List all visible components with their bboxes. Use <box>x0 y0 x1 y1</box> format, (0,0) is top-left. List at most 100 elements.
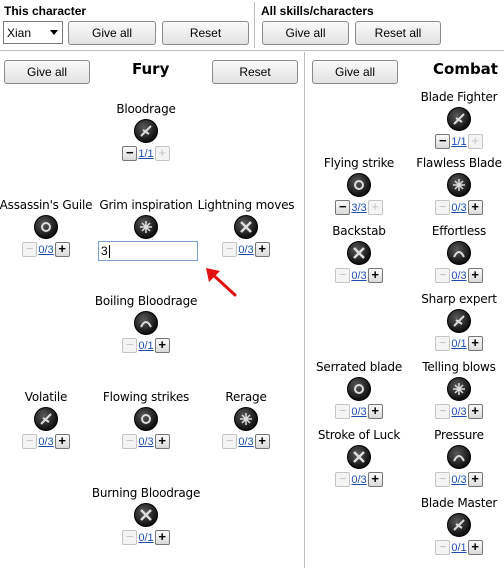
grim-inspiration-icon[interactable] <box>134 215 158 239</box>
plus-button[interactable]: + <box>154 338 170 353</box>
minus-button[interactable]: − <box>222 242 238 257</box>
chevron-down-icon <box>50 30 58 35</box>
minus-button[interactable]: − <box>435 336 451 351</box>
skill-points-value[interactable]: 1/1 <box>451 136 466 148</box>
minus-button[interactable]: − <box>122 530 138 545</box>
plus-button[interactable]: + <box>154 530 170 545</box>
plus-button[interactable]: + <box>367 404 383 419</box>
skill-points-value[interactable]: 0/1 <box>138 532 153 544</box>
backstab-icon[interactable] <box>347 241 371 265</box>
reset-all-button[interactable]: Reset all <box>355 21 441 45</box>
give-all-character-button[interactable]: Give all <box>68 21 156 45</box>
burning-bloodrage-icon[interactable] <box>134 503 158 527</box>
skill-points-value[interactable]: 0/3 <box>38 244 53 256</box>
combat-give-all-button[interactable]: Give all <box>312 60 398 84</box>
plus-button[interactable]: + <box>467 540 483 555</box>
flowing-strikes-icon[interactable] <box>134 407 158 431</box>
plus-button[interactable]: + <box>467 134 483 149</box>
blade-master-icon[interactable] <box>447 513 471 537</box>
minus-button[interactable]: − <box>122 146 138 161</box>
character-select[interactable]: Xian <box>3 21 63 44</box>
plus-button[interactable]: + <box>467 200 483 215</box>
lightning-moves-icon[interactable] <box>234 215 258 239</box>
grim-inspiration-points-input[interactable]: 3 <box>98 241 198 261</box>
annotation-arrow-icon <box>206 268 237 297</box>
plus-button[interactable]: + <box>467 336 483 351</box>
skill-points-value[interactable]: 0/3 <box>38 436 53 448</box>
plus-button[interactable]: + <box>367 472 383 487</box>
skill-name: Burning Bloodrage <box>91 486 201 500</box>
combat-skill-blade-fighter: Blade Fighter −1/1 + <box>399 90 504 149</box>
minus-button[interactable]: − <box>122 338 138 353</box>
plus-button[interactable]: + <box>467 404 483 419</box>
minus-button[interactable]: − <box>435 134 451 149</box>
serrated-blade-icon[interactable] <box>347 377 371 401</box>
plus-button[interactable]: + <box>54 242 70 257</box>
minus-button[interactable]: − <box>435 540 451 555</box>
plus-button[interactable]: + <box>254 242 270 257</box>
skill-name: Pressure <box>434 428 484 442</box>
effortless-icon[interactable] <box>447 241 471 265</box>
minus-button[interactable]: − <box>22 242 38 257</box>
skill-point-controls: −0/1 + <box>399 540 504 555</box>
fury-give-all-button[interactable]: Give all <box>4 60 90 84</box>
rerage-icon[interactable] <box>234 407 258 431</box>
flawless-blade-icon[interactable] <box>447 173 471 197</box>
volatile-icon[interactable] <box>34 407 58 431</box>
skill-points-value[interactable]: 0/3 <box>351 270 366 282</box>
skill-points-value[interactable]: 0/3 <box>138 436 153 448</box>
skill-name: Blade Master <box>420 496 498 510</box>
plus-button[interactable]: + <box>54 434 70 449</box>
skill-points-value[interactable]: 0/1 <box>451 338 466 350</box>
stroke-of-luck-icon[interactable] <box>347 445 371 469</box>
skill-points-value[interactable]: 0/3 <box>451 474 466 486</box>
minus-button[interactable]: − <box>335 472 351 487</box>
skill-point-controls: −0/1 + <box>86 530 206 545</box>
minus-button[interactable]: − <box>122 434 138 449</box>
skill-point-controls: −1/1 + <box>399 134 504 149</box>
sharp-expert-icon[interactable] <box>447 309 471 333</box>
plus-button[interactable]: + <box>154 146 170 161</box>
header-separator <box>0 50 504 51</box>
pressure-icon[interactable] <box>447 445 471 469</box>
flying-strike-icon[interactable] <box>347 173 371 197</box>
minus-button[interactable]: − <box>435 404 451 419</box>
skill-points-value[interactable]: 0/3 <box>451 406 466 418</box>
skill-points-value[interactable]: 0/3 <box>351 474 366 486</box>
plus-button[interactable]: + <box>154 434 170 449</box>
blade-fighter-icon[interactable] <box>447 107 471 131</box>
minus-button[interactable]: − <box>22 434 38 449</box>
skill-name: Effortless <box>431 224 487 238</box>
skill-points-value[interactable]: 1/1 <box>138 148 153 160</box>
minus-button[interactable]: − <box>222 434 238 449</box>
skill-name: Telling blows <box>422 360 496 374</box>
skill-points-value[interactable]: 3/3 <box>351 202 366 214</box>
boiling-bloodrage-icon[interactable] <box>134 311 158 335</box>
minus-button[interactable]: − <box>435 472 451 487</box>
give-all-global-button[interactable]: Give all <box>262 21 349 45</box>
minus-button[interactable]: − <box>335 268 351 283</box>
skill-points-value[interactable]: 0/3 <box>238 436 253 448</box>
skill-points-value[interactable]: 0/1 <box>451 542 466 554</box>
plus-button[interactable]: + <box>367 200 383 215</box>
guile-icon[interactable] <box>34 215 58 239</box>
skill-points-value[interactable]: 0/1 <box>138 340 153 352</box>
fury-reset-button[interactable]: Reset <box>212 60 298 84</box>
bloodrage-icon[interactable] <box>134 119 158 143</box>
skill-name: Lightning moves <box>197 198 295 212</box>
minus-button[interactable]: − <box>435 268 451 283</box>
plus-button[interactable]: + <box>254 434 270 449</box>
plus-button[interactable]: + <box>467 472 483 487</box>
minus-button[interactable]: − <box>435 200 451 215</box>
telling-blows-icon[interactable] <box>447 377 471 401</box>
minus-button[interactable]: − <box>335 200 351 215</box>
skill-points-value[interactable]: 0/3 <box>351 406 366 418</box>
skill-points-value[interactable]: 0/3 <box>451 202 466 214</box>
plus-button[interactable]: + <box>467 268 483 283</box>
minus-button[interactable]: − <box>335 404 351 419</box>
reset-character-button[interactable]: Reset <box>162 21 249 45</box>
skill-points-value[interactable]: 0/3 <box>238 244 253 256</box>
skill-points-value[interactable]: 0/3 <box>451 270 466 282</box>
plus-button[interactable]: + <box>367 268 383 283</box>
skill-name: Bloodrage <box>116 102 176 116</box>
